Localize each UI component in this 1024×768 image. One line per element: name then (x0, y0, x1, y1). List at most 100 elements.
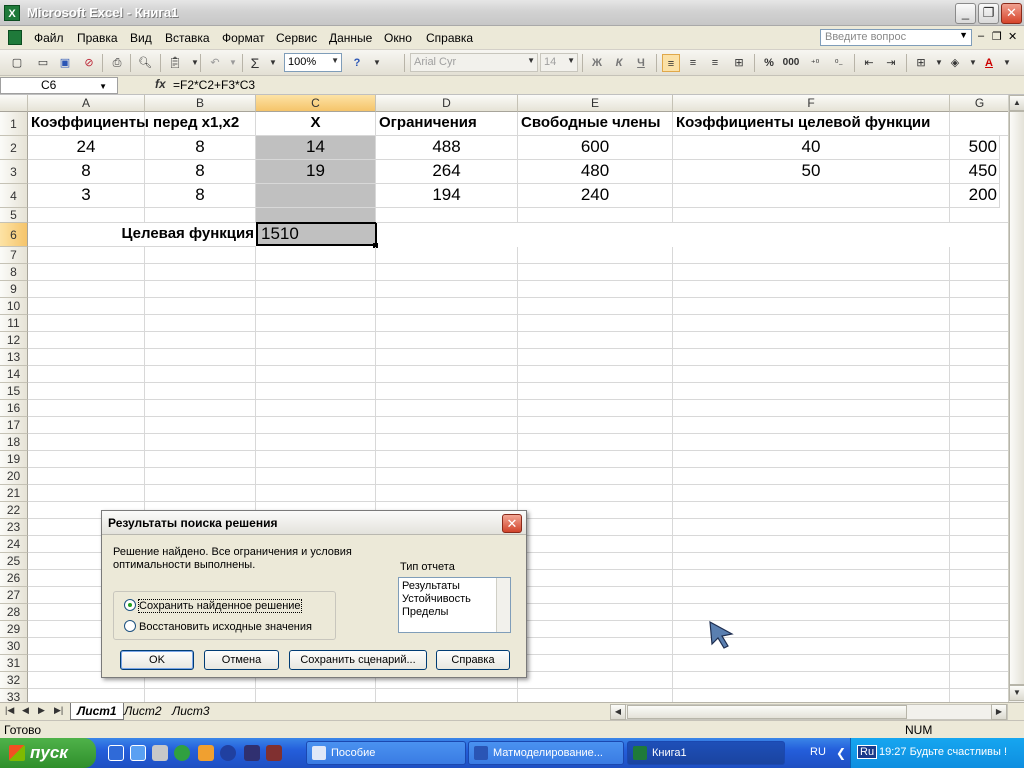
grid-cell[interactable] (376, 468, 518, 485)
quicklaunch-network-icon[interactable] (152, 745, 168, 761)
grid-cell[interactable] (950, 638, 1008, 655)
grid-cell[interactable] (673, 468, 950, 485)
grid-cell[interactable] (673, 451, 950, 468)
grid-cell[interactable] (673, 247, 950, 264)
menu-data[interactable]: Данные (329, 31, 372, 45)
grid-cell[interactable] (950, 400, 1008, 417)
grid-cell[interactable] (673, 553, 950, 570)
report-list-scrollbar[interactable] (496, 578, 510, 632)
taskbar-item-word[interactable]: Матмоделирование... (468, 741, 624, 765)
grid-cell[interactable] (28, 366, 145, 383)
grid-cell[interactable] (518, 570, 673, 587)
row-header-18[interactable]: 18 (0, 434, 28, 451)
cell-a4[interactable]: 3 (28, 184, 145, 208)
grid-cell[interactable] (518, 553, 673, 570)
cell-f1[interactable]: Коэффициенты целевой функции (673, 112, 950, 136)
cell-f3[interactable]: 50 (673, 160, 950, 184)
grid-cell[interactable] (376, 434, 518, 451)
underline-button[interactable]: Ч (632, 54, 650, 72)
grid-cell[interactable] (950, 519, 1008, 536)
grid-cell[interactable] (145, 383, 256, 400)
cell-f2[interactable]: 40 (673, 136, 950, 160)
taskbar-item-posobie[interactable]: Пособие (306, 741, 466, 765)
grid-cell[interactable] (518, 451, 673, 468)
clock[interactable]: 19:27 Будьте счастливы ! (879, 746, 1007, 758)
grid-cell[interactable] (256, 264, 376, 281)
grid-cell[interactable] (950, 553, 1008, 570)
column-header-g[interactable]: G (950, 95, 1008, 112)
grid-cell[interactable] (518, 264, 673, 281)
grid-cell[interactable] (256, 434, 376, 451)
grid-cell[interactable] (673, 332, 950, 349)
cell-e2[interactable]: 600 (518, 136, 673, 160)
grid-cell[interactable] (376, 208, 518, 223)
grid-cell[interactable] (376, 281, 518, 298)
menu-help[interactable]: Справка (426, 31, 473, 45)
grid-cell[interactable] (673, 689, 950, 702)
minimize-button[interactable]: _ (955, 3, 976, 24)
grid-cell[interactable] (950, 468, 1008, 485)
grid-cell[interactable] (256, 485, 376, 502)
grid-cell[interactable] (673, 366, 950, 383)
grid-cell[interactable] (518, 587, 673, 604)
cell-c1[interactable]: X (256, 112, 376, 136)
horizontal-scroll-thumb[interactable] (627, 705, 907, 719)
grid-cell[interactable] (256, 689, 376, 702)
grid-cell[interactable] (518, 315, 673, 332)
increase-indent-icon[interactable]: ⇥ (882, 54, 900, 72)
grid-cell[interactable] (145, 689, 256, 702)
grid-cell[interactable] (28, 349, 145, 366)
cell-g4[interactable]: 200 (950, 184, 1000, 208)
menu-file[interactable]: Файл (34, 31, 64, 45)
grid-cell[interactable] (950, 417, 1008, 434)
grid-cell[interactable] (950, 689, 1008, 702)
grid-cell[interactable] (256, 366, 376, 383)
quicklaunch-paint-icon[interactable] (198, 745, 214, 761)
grid-cell[interactable] (28, 689, 145, 702)
thousands-button[interactable]: 000 (782, 54, 800, 72)
grid-cell[interactable] (518, 485, 673, 502)
cell-c4[interactable] (256, 184, 376, 208)
cell-b1[interactable] (145, 112, 256, 136)
next-sheet-icon[interactable]: ▶ (38, 705, 45, 716)
grid-cell[interactable] (518, 638, 673, 655)
cell-g2[interactable]: 500 (950, 136, 1000, 160)
radio-restore-values[interactable]: Восстановить исходные значения (124, 620, 312, 633)
grid-cell[interactable] (376, 349, 518, 366)
horizontal-scrollbar[interactable]: ◀ ▶ (610, 704, 1008, 720)
row-header-20[interactable]: 20 (0, 468, 28, 485)
row-header-2[interactable]: 2 (0, 136, 28, 160)
row-header-22[interactable]: 22 (0, 502, 28, 519)
grid-cell[interactable] (28, 434, 145, 451)
grid-cell[interactable] (950, 570, 1008, 587)
grid-cell[interactable] (518, 502, 673, 519)
paste-icon[interactable]: 📋︎ (166, 54, 184, 72)
row-header-23[interactable]: 23 (0, 519, 28, 536)
grid-cell[interactable] (673, 281, 950, 298)
increase-decimal-icon[interactable]: ⁺⁰ (806, 54, 824, 72)
grid-cell[interactable] (950, 281, 1008, 298)
grid-cell[interactable] (673, 349, 950, 366)
scroll-right-icon[interactable]: ▶ (991, 704, 1007, 720)
column-header-d[interactable]: D (376, 95, 518, 112)
grid-cell[interactable] (376, 366, 518, 383)
cell-c2[interactable]: 14 (256, 136, 376, 160)
toolbar-options-icon[interactable]: ▼ (368, 54, 386, 72)
last-sheet-icon[interactable]: ▶| (54, 705, 63, 716)
grid-cell[interactable] (256, 298, 376, 315)
column-header-b[interactable]: B (145, 95, 256, 112)
row-header-30[interactable]: 30 (0, 638, 28, 655)
row-header-15[interactable]: 15 (0, 383, 28, 400)
grid-cell[interactable] (256, 468, 376, 485)
zoom-select[interactable]: 100% ▼ (284, 53, 342, 72)
workbook-icon[interactable] (8, 30, 22, 45)
grid-cell[interactable] (28, 468, 145, 485)
grid-cell[interactable] (28, 451, 145, 468)
cell-e4[interactable]: 240 (518, 184, 673, 208)
cell-a2[interactable]: 24 (28, 136, 145, 160)
cell-b4[interactable]: 8 (145, 184, 256, 208)
chevron-down-icon[interactable]: ▼ (959, 30, 968, 40)
grid-cell[interactable] (376, 332, 518, 349)
row-header-14[interactable]: 14 (0, 366, 28, 383)
row-header-7[interactable]: 7 (0, 247, 28, 264)
